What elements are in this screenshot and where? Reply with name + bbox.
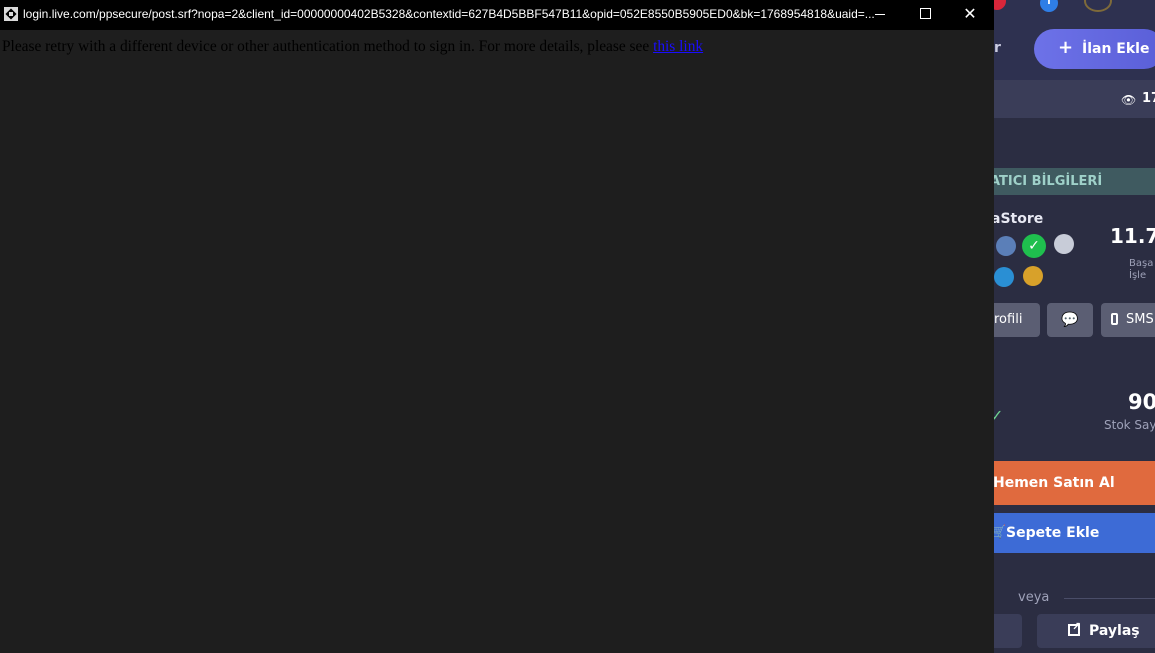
message-button[interactable]: 💬 xyxy=(1047,303,1093,337)
popup-title-bar[interactable]: login.live.com/ppsecure/post.srf?nopa=2&… xyxy=(0,0,994,30)
eye-icon: 👁 xyxy=(1121,93,1137,107)
seller-info-header: ATICI BİLGİLERİ xyxy=(994,168,1155,195)
site-favicon-icon xyxy=(4,7,18,21)
add-listing-button[interactable]: + İlan Ekle xyxy=(1034,29,1155,69)
blue-badge-icon xyxy=(994,267,1014,287)
silver-badge-icon xyxy=(1054,234,1074,254)
maximize-button[interactable] xyxy=(902,0,948,30)
buy-now-label: Hemen Satın Al xyxy=(994,475,1115,491)
or-separator-text: veya xyxy=(1018,590,1050,605)
phone-icon xyxy=(1111,313,1118,325)
seller-info-title: ATICI BİLGİLERİ xyxy=(994,174,1103,189)
or-separator-line xyxy=(1064,598,1155,599)
share-button[interactable]: Paylaş xyxy=(1037,614,1155,648)
secondary-action-button[interactable] xyxy=(994,614,1022,648)
profile-button[interactable]: rofili xyxy=(994,303,1040,337)
sms-button[interactable]: SMS xyxy=(1101,303,1155,337)
cart-icon: 🛒 xyxy=(994,525,1007,540)
buy-now-button[interactable]: Hemen Satın Al xyxy=(994,461,1155,505)
error-message: Please retry with a different device or … xyxy=(2,38,703,56)
external-link-icon xyxy=(1068,620,1081,636)
plus-icon: + xyxy=(1058,37,1074,58)
popup-url: login.live.com/ppsecure/post.srf?nopa=2&… xyxy=(23,7,875,21)
notification-badge-icon[interactable] xyxy=(994,0,1006,10)
details-link[interactable]: this link xyxy=(653,38,703,55)
info-badge-icon[interactable]: i xyxy=(1040,0,1058,12)
add-to-cart-label: Sepete Ekle xyxy=(1006,525,1100,541)
add-to-cart-button[interactable]: 🛒 Sepete Ekle xyxy=(994,513,1155,553)
login-popup-window: login.live.com/ppsecure/post.srf?nopa=2&… xyxy=(0,0,994,653)
header-partial-text[interactable]: r xyxy=(994,40,1001,56)
minimize-button[interactable] xyxy=(857,0,903,30)
view-count: 17 xyxy=(1142,91,1155,106)
share-button-label: Paylaş xyxy=(1089,623,1140,639)
stock-count: 90 xyxy=(1128,390,1155,414)
sms-button-label: SMS xyxy=(1126,312,1154,327)
success-stat-label: Başa İşle xyxy=(1129,258,1153,282)
rank-badge-icon xyxy=(996,236,1016,256)
error-message-text: Please retry with a different device or … xyxy=(2,38,654,55)
verified-check-icon: ✓ xyxy=(1022,234,1046,258)
store-name[interactable]: aStore xyxy=(994,211,1043,227)
background-listing-page: i r + İlan Ekle 👁 17 ATICI BİLGİLERİ aSt… xyxy=(994,0,1155,653)
success-stat-value: 11.79 xyxy=(1110,224,1155,248)
close-button[interactable]: ✕ xyxy=(947,0,993,30)
page-header: i r + İlan Ekle xyxy=(994,0,1155,80)
stock-check-icon: ✓ xyxy=(994,406,1004,425)
gold-badge-icon xyxy=(1023,266,1043,286)
profile-button-label: rofili xyxy=(994,312,1023,327)
avatar[interactable] xyxy=(1084,0,1112,12)
chat-icon: 💬 xyxy=(1061,312,1079,328)
stat-label-line1: Başa xyxy=(1129,258,1154,269)
add-listing-label: İlan Ekle xyxy=(1082,41,1150,57)
stock-label: Stok Say xyxy=(1104,418,1155,432)
stat-label-line2: İşle xyxy=(1129,270,1147,281)
